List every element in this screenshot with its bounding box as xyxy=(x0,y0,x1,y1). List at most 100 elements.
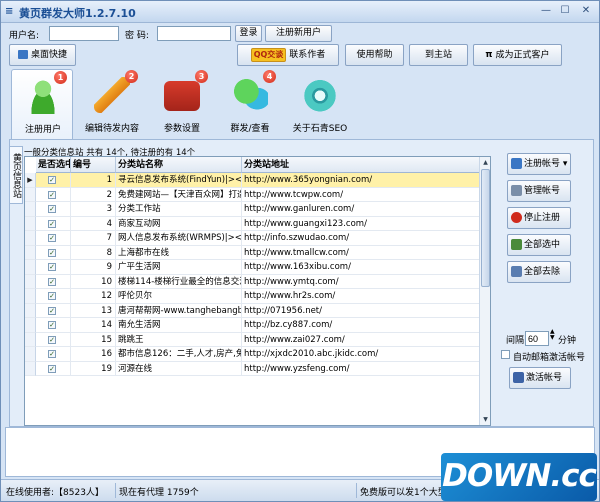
contact-author-button[interactable]: QQ交谈 联系作者 xyxy=(237,44,339,66)
select-cell[interactable]: ✓ xyxy=(36,332,71,347)
tab-about[interactable]: 关于石青SEO xyxy=(289,69,351,139)
row-header[interactable] xyxy=(25,216,36,231)
row-header[interactable] xyxy=(25,303,36,318)
side-tab-yellow-pages[interactable]: 黄页信息站 xyxy=(9,146,23,204)
go-main-site-button[interactable]: 到主站 xyxy=(409,44,468,66)
table-row[interactable]: ✓ 4 商家互动网 http://www.guangxi123.com/ xyxy=(25,216,481,231)
table-row[interactable]: ✓ 9 广平生活网 http://www.163xibu.com/ xyxy=(25,260,481,275)
maximize-icon[interactable]: ☐ xyxy=(557,4,573,19)
username-input[interactable] xyxy=(49,26,119,41)
login-button[interactable]: 登录 xyxy=(235,25,262,42)
select-all-icon xyxy=(511,239,522,250)
select-cell[interactable]: ✓ xyxy=(36,260,71,275)
row-header[interactable] xyxy=(25,347,36,362)
select-cell[interactable]: ✓ xyxy=(36,216,71,231)
manage-account-button[interactable]: 管理帐号 xyxy=(507,180,571,202)
row-checkbox[interactable]: ✓ xyxy=(48,205,56,213)
row-checkbox[interactable]: ✓ xyxy=(48,364,56,373)
name-cell: 河源在线 xyxy=(116,361,242,376)
row-checkbox[interactable]: ✓ xyxy=(48,234,56,242)
table-row[interactable]: ✓ 19 河源在线 http://www.yzsfeng.com/ xyxy=(25,361,481,376)
row-checkbox[interactable]: ✓ xyxy=(48,350,56,358)
row-header[interactable] xyxy=(25,202,36,217)
row-header[interactable] xyxy=(25,318,36,333)
row-checkbox[interactable]: ✓ xyxy=(48,263,56,271)
tab-register-user[interactable]: 1 注册用户 xyxy=(11,69,73,139)
table-row[interactable]: ✓ 3 分类工作站 http://www.ganluren.com/ xyxy=(25,202,481,217)
row-checkbox[interactable]: ✓ xyxy=(48,190,56,199)
select-cell[interactable]: ✓ xyxy=(36,187,71,202)
select-cell[interactable]: ✓ xyxy=(36,347,71,362)
row-header[interactable]: ▶ xyxy=(25,173,36,188)
stop-register-button[interactable]: 停止注册 xyxy=(507,207,571,229)
column-header-selected[interactable]: 是否选中 xyxy=(36,157,71,173)
row-header[interactable] xyxy=(25,332,36,347)
row-checkbox[interactable]: ✓ xyxy=(48,321,56,329)
interval-spinner-icon[interactable]: ▲ ▼ xyxy=(550,329,555,341)
table-row[interactable]: ✓ 14 南允生活网 http://bz.cy887.com/ xyxy=(25,318,481,333)
select-cell[interactable]: ✓ xyxy=(36,245,71,260)
row-header[interactable] xyxy=(25,187,36,202)
row-checkbox[interactable]: ✓ xyxy=(48,292,56,300)
select-cell[interactable]: ✓ xyxy=(36,274,71,289)
qq-chat-badge: QQ交谈 xyxy=(250,47,287,62)
column-header-id[interactable]: 编号 xyxy=(71,157,116,173)
camera-icon xyxy=(302,77,338,113)
table-row[interactable]: ✓ 8 上海都市在线 http://www.tmallcw.com/ xyxy=(25,245,481,260)
tab-settings[interactable]: 3 参数设置 xyxy=(151,69,213,139)
table-row[interactable]: ✓ 12 呼伦贝尔 http://www.hr2s.com/ xyxy=(25,289,481,304)
select-cell[interactable]: ✓ xyxy=(36,361,71,376)
table-row[interactable]: ✓ 10 楼梯114-楼梯行业最全的信息交流 http://www.ymtq.com/ xyxy=(25,274,481,289)
table-row[interactable]: ✓ 13唐河帮帮网-www.tanghebangbanghttp://071956… xyxy=(25,303,481,318)
password-input[interactable] xyxy=(157,26,231,41)
row-header[interactable] xyxy=(25,274,36,289)
column-header-name[interactable]: 分类站名称 xyxy=(116,157,242,173)
table-row[interactable]: ✓ 2 免费建网站—【天津百众网】打造 http://www.tcwpw.com/ xyxy=(25,187,481,202)
row-header[interactable] xyxy=(25,260,36,275)
tab-edit-content[interactable]: 2 编辑待发内容 xyxy=(81,69,143,139)
interval-label: 间隔 xyxy=(506,336,525,346)
interval-input[interactable] xyxy=(525,331,549,346)
activate-account-button[interactable]: 激活帐号 xyxy=(509,367,571,389)
select-cell[interactable]: ✓ xyxy=(36,318,71,333)
minimize-icon[interactable]: — xyxy=(538,4,554,19)
help-button[interactable]: 使用帮助 xyxy=(345,44,404,66)
select-cell[interactable]: ✓ xyxy=(36,231,71,246)
row-header[interactable] xyxy=(25,361,36,376)
tab-broadcast[interactable]: 4 群发/查看 xyxy=(219,69,281,139)
column-header-url[interactable]: 分类站地址 xyxy=(242,157,481,173)
row-checkbox[interactable]: ✓ xyxy=(48,176,56,184)
row-header[interactable] xyxy=(25,289,36,304)
select-cell[interactable]: ✓ xyxy=(36,303,71,318)
row-checkbox[interactable]: ✓ xyxy=(48,277,56,286)
scroll-up-icon[interactable]: ▲ xyxy=(480,157,490,168)
register-user-button[interactable]: 注册新用户 xyxy=(265,25,332,42)
select-cell[interactable]: ✓ xyxy=(36,289,71,304)
table-row[interactable]: ✓ 16 都市信息126：二手,人才,房产,免 http://xjxdc2010.ab… xyxy=(25,347,481,362)
scroll-thumb[interactable] xyxy=(481,169,490,287)
deselect-all-button[interactable]: 全部去除 xyxy=(507,261,571,283)
row-header[interactable] xyxy=(25,231,36,246)
name-cell: 跳跳王 xyxy=(116,332,242,347)
table-row[interactable]: ✓ 15 跳跳王 http://www.zai027.com/ xyxy=(25,332,481,347)
scroll-down-icon[interactable]: ▼ xyxy=(480,414,490,425)
row-checkbox[interactable]: ✓ xyxy=(48,219,56,228)
id-cell: 4 xyxy=(71,216,116,231)
become-customer-button[interactable]: π 成为正式客户 xyxy=(473,44,562,66)
vertical-scrollbar[interactable]: ▲ ▼ xyxy=(479,157,490,425)
select-cell[interactable]: ✓ xyxy=(36,202,71,217)
name-cell: 寻云信息发布系统(FindYun)|><最 xyxy=(116,173,242,188)
select-all-button[interactable]: 全部选中 xyxy=(507,234,571,256)
auto-activate-checkbox[interactable] xyxy=(501,350,510,359)
watermark-logo: DOWN.cc xyxy=(441,453,597,501)
row-checkbox[interactable]: ✓ xyxy=(48,248,56,257)
close-icon[interactable]: ✕ xyxy=(577,4,595,19)
desktop-shortcut-button[interactable]: 桌面快捷 xyxy=(9,44,76,66)
row-checkbox[interactable]: ✓ xyxy=(48,306,56,315)
register-account-button[interactable]: 注册帐号 ▾ xyxy=(507,153,571,175)
select-cell[interactable]: ✓ xyxy=(36,173,71,188)
table-row[interactable]: ✓ 7 网人信息发布系统(WRMPS)|><最 http://info.szwudao… xyxy=(25,231,481,246)
row-checkbox[interactable]: ✓ xyxy=(48,335,56,344)
table-row[interactable]: ▶ ✓ 1 寻云信息发布系统(FindYun)|><最 http://www.365yo… xyxy=(25,173,481,188)
row-header[interactable] xyxy=(25,245,36,260)
